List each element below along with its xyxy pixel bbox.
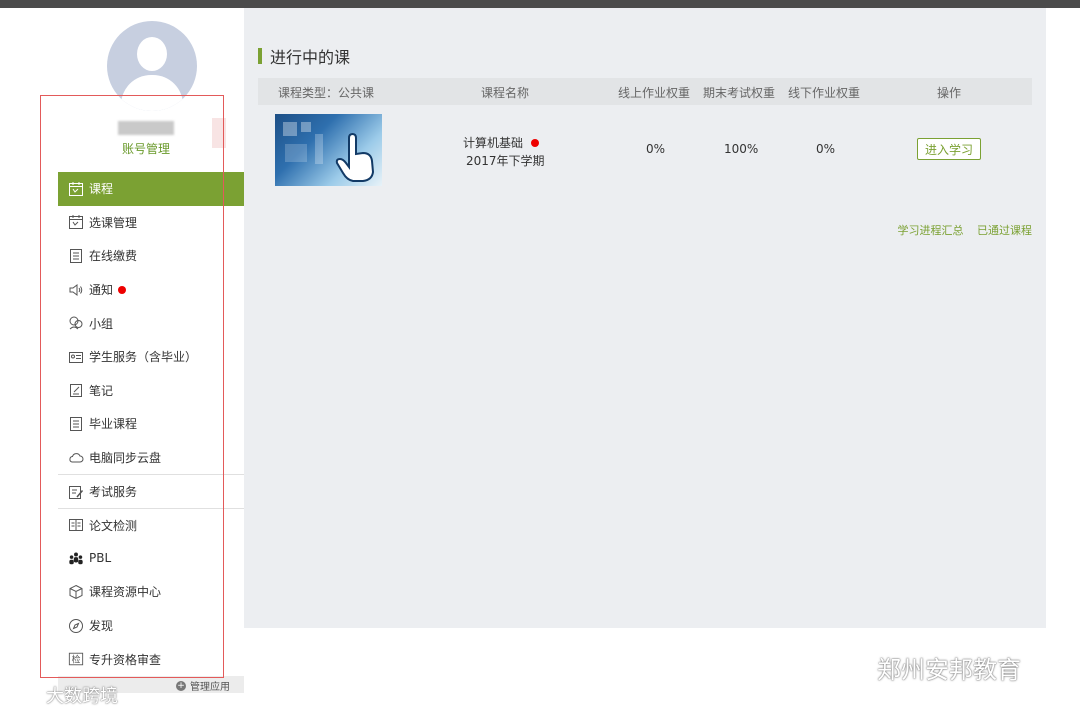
footer-links: 学习进程汇总 已通过课程 [888,222,1033,238]
section-title: 进行中的课 [258,44,350,68]
th-final-weight: 期末考试权重 [703,86,776,100]
sidebar-item-resource-center[interactable]: 课程资源中心 [58,575,244,609]
sidebar-item-online-payment[interactable]: 在线缴费 [58,239,244,273]
watermark-left: 大数跨境 [8,682,118,708]
document-icon [68,248,84,264]
th-online-weight: 线上作业权重 [618,86,691,100]
th-course-name: 课程名称 [481,86,530,100]
account-management-link[interactable]: 账号管理 [100,140,192,157]
passed-courses-link[interactable]: 已通过课程 [977,224,1032,237]
enter-study-button[interactable]: 进入学习 [917,138,981,160]
sidebar-item-exam-services[interactable]: 考试服务 [58,474,244,508]
table-header: 课程类型：公共课 课程名称 线上作业权重 期末考试权重 线下作业权重 操作 [258,78,1032,105]
offline-weight-value: 0% [816,142,836,156]
blurred-username [118,121,174,135]
sidebar-item-paper-check[interactable]: 论文检测 [58,507,244,542]
section-title-text: 进行中的课 [270,48,351,67]
avatar-head-shape [137,37,167,71]
sidebar-item-label: 笔记 [89,383,114,398]
title-accent-bar [258,48,262,64]
sidebar-item-group[interactable]: 小组 [58,306,244,340]
th-action: 操作 [937,86,962,100]
course-name-text: 计算机基础 [463,136,524,150]
learning-progress-link[interactable]: 学习进程汇总 [898,224,964,237]
sidebar-item-course[interactable]: 课程 [58,172,244,206]
sidebar-item-label: 小组 [89,316,114,331]
sidebar-item-label: 学生服务（含毕业） [89,350,198,365]
sidebar-item-pbl[interactable]: PBL [58,542,244,576]
sidebar-item-label: 在线缴费 [89,249,138,264]
sidebar-item-label: 选课管理 [89,215,138,230]
calendar-icon [68,181,84,197]
sidebar-item-label: 论文检测 [89,518,138,533]
sidebar-item-student-services[interactable]: 学生服务（含毕业） [58,340,244,374]
sidebar-item-label: 考试服务 [89,485,138,500]
speaker-icon [68,282,84,298]
sidebar-menu: 课程 选课管理 在线缴费 通知 小组 学生服务（含毕业） 笔记 毕业课程 电脑同… [58,172,244,676]
watermark-left-text: 大数跨境 [46,686,118,707]
people-icon [68,550,84,566]
sidebar-item-notifications[interactable]: 通知 [58,273,244,307]
id-card-icon [68,349,84,365]
manage-apps-button[interactable]: + 管理应用 [176,678,230,693]
final-weight-value: 100% [724,142,759,156]
wechat-icon [834,654,874,681]
note-icon [68,382,84,398]
cloud-icon [68,450,84,466]
sidebar-item-label: PBL [89,551,112,566]
manage-apps-label: 管理应用 [190,682,230,693]
sidebar-item-label: 毕业课程 [89,417,138,432]
th-offline-weight: 线下作业权重 [788,86,861,100]
sidebar-item-label: 课程 [89,182,114,197]
table-row: 计算机基础 2017年下学期 0% 100% 0% 进入学习 [258,112,1032,192]
notification-badge [118,285,127,294]
book-icon [68,517,84,533]
sidebar-item-label: 发现 [89,619,114,634]
avatar-body-shape [121,75,183,111]
svg-text:检: 检 [72,654,81,666]
watermark-logo-icon [9,687,41,701]
sidebar-item-label: 课程资源中心 [89,585,162,600]
sidebar-item-label: 通知 [89,283,114,298]
th-course-type: 课程类型：公共课 [278,86,375,100]
sidebar-item-notes[interactable]: 笔记 [58,374,244,408]
main-content: 进行中的课 课程类型：公共课 课程名称 线上作业权重 期末考试权重 线下作业权重… [244,8,1046,628]
plus-icon: + [176,680,186,691]
course-term: 2017年下学期 [466,154,545,168]
course-thumbnail[interactable] [275,114,382,186]
group-icon [68,315,84,331]
document-icon [68,416,84,432]
compass-icon [68,618,84,634]
top-bar [0,0,1080,8]
sidebar-item-label: 专升资格审查 [89,652,162,667]
sidebar: 账号管理 课程 选课管理 在线缴费 通知 小组 学生服务（含毕业） 笔记 毕业课… [0,8,244,714]
check-badge-icon: 检 [68,651,84,667]
blurred-artifact [212,118,226,148]
exam-icon [68,484,84,500]
avatar[interactable] [107,21,197,111]
cube-icon [68,584,84,600]
sidebar-item-course-selection[interactable]: 选课管理 [58,206,244,240]
sidebar-item-cloud-sync[interactable]: 电脑同步云盘 [58,441,244,475]
watermark-right-text: 郑州安邦教育 [877,656,1021,684]
calendar-icon [68,214,84,230]
sidebar-item-label: 电脑同步云盘 [89,451,162,466]
course-name[interactable]: 计算机基础 [463,134,540,151]
hand-pointer-icon [335,132,375,182]
course-badge [531,138,540,147]
watermark-right: 郑州安邦教育 [833,650,1021,685]
sidebar-item-qualification-review[interactable]: 检 专升资格审查 [58,642,244,676]
sidebar-item-discover[interactable]: 发现 [58,609,244,643]
online-weight-value: 0% [646,142,666,156]
sidebar-item-graduation-courses[interactable]: 毕业课程 [58,407,244,441]
